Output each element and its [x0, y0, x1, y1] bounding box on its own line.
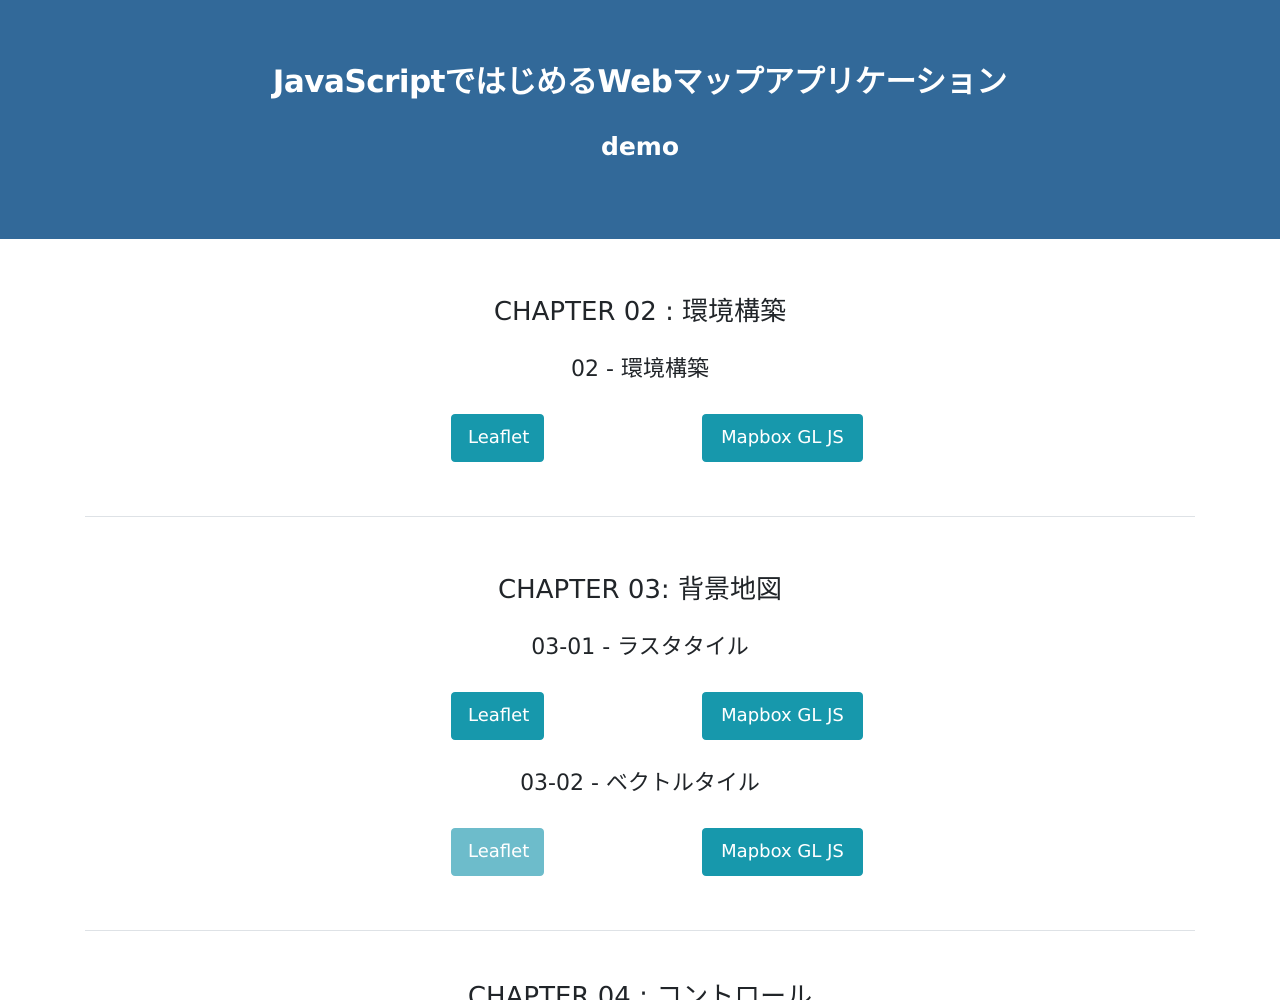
main-content: CHAPTER 02 : 環境構築 02 - 環境構築 Leaflet Mapb… — [85, 239, 1195, 1000]
leaflet-button-disabled: Leaflet — [451, 828, 544, 876]
button-row: Leaflet Mapbox GL JS — [85, 692, 1195, 740]
leaflet-button[interactable]: Leaflet — [451, 414, 544, 462]
mapbox-button[interactable]: Mapbox GL JS — [702, 414, 863, 462]
page-header: JavaScriptではじめるWebマップアプリケーション demo — [0, 0, 1280, 239]
section-title: 02 - 環境構築 — [571, 357, 709, 382]
section-title: 03-01 - ラスタタイル — [531, 635, 749, 660]
mapbox-button[interactable]: Mapbox GL JS — [702, 828, 863, 876]
button-row: Leaflet Mapbox GL JS — [85, 828, 1195, 876]
chapter-title: CHAPTER 04 : コントロール — [467, 982, 813, 1000]
button-row: Leaflet Mapbox GL JS — [85, 414, 1195, 462]
chapter-02: CHAPTER 02 : 環境構築 02 - 環境構築 Leaflet Mapb… — [85, 239, 1195, 517]
section-title: 03-02 - ベクトルタイル — [520, 771, 760, 796]
chapter-04: CHAPTER 04 : コントロール — [85, 931, 1195, 1000]
mapbox-button[interactable]: Mapbox GL JS — [702, 692, 863, 740]
chapter-03: CHAPTER 03: 背景地図 03-01 - ラスタタイル Leaflet … — [85, 517, 1195, 931]
site-title: JavaScriptではじめるWebマップアプリケーション — [272, 64, 1008, 100]
site-subtitle: demo — [600, 132, 680, 161]
chapter-title: CHAPTER 03: 背景地図 — [498, 575, 782, 605]
chapter-title: CHAPTER 02 : 環境構築 — [493, 297, 787, 327]
leaflet-button[interactable]: Leaflet — [451, 692, 544, 740]
